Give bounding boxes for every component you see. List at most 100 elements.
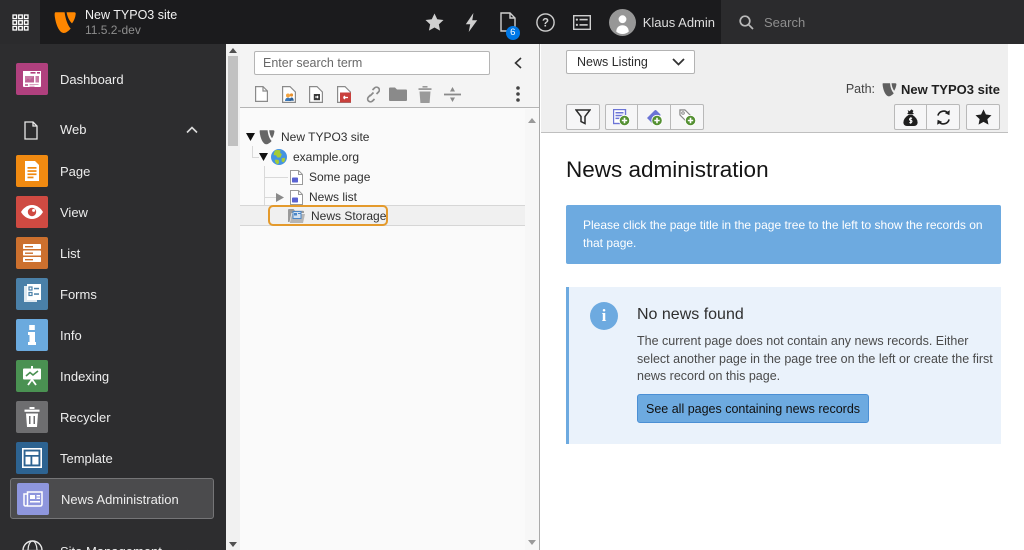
typo3-path-icon bbox=[881, 82, 897, 97]
opendocs-count-badge: 6 bbox=[506, 26, 520, 40]
sidebar-item-dashboard[interactable]: Dashboard bbox=[0, 63, 226, 104]
site-brand[interactable]: New TYPO3 site 11.5.2-dev bbox=[40, 0, 177, 44]
new-category-button[interactable] bbox=[638, 104, 671, 130]
user-toolbar-item[interactable]: Klaus Admin bbox=[601, 0, 721, 44]
sidebar-item-label: Forms bbox=[60, 278, 97, 310]
scroll-down-arrow[interactable] bbox=[525, 536, 539, 548]
see-all-pages-button[interactable]: See all pages containing news records bbox=[637, 394, 869, 423]
page-path: Path: New TYPO3 site bbox=[846, 80, 1000, 98]
sidebar-item-forms[interactable]: Forms bbox=[0, 278, 226, 319]
refresh-icon bbox=[935, 109, 952, 126]
tree-node-root[interactable]: New TYPO3 site bbox=[246, 127, 369, 147]
help-toolbar-item[interactable]: ? bbox=[527, 0, 564, 44]
trash-icon bbox=[418, 86, 432, 103]
indexing-module-icon bbox=[16, 360, 48, 392]
chevron-up-icon bbox=[186, 126, 198, 134]
module-menu-toggle-button[interactable] bbox=[0, 0, 40, 44]
new-tag-button[interactable] bbox=[671, 104, 704, 130]
sidebar-item-template[interactable]: Template bbox=[0, 442, 226, 483]
no-news-callout: i No news found The current page does no… bbox=[566, 287, 1001, 444]
sidebar-item-label: Page bbox=[60, 155, 90, 187]
new-shortcut-drag-handle[interactable] bbox=[278, 80, 300, 108]
delete-drop-zone[interactable] bbox=[414, 80, 436, 108]
new-page-drag-handle[interactable] bbox=[250, 80, 272, 108]
new-page-users-icon bbox=[282, 86, 296, 103]
sidebar-group-site-management[interactable]: Site Management bbox=[0, 538, 226, 550]
tree-node-site[interactable]: example.org bbox=[259, 147, 359, 167]
page-icon bbox=[290, 170, 303, 185]
tree-collapse-button[interactable] bbox=[508, 53, 528, 73]
filter-button[interactable] bbox=[566, 104, 600, 130]
tree-node-label: example.org bbox=[293, 150, 359, 164]
dashboard-icon bbox=[16, 63, 48, 95]
tree-search-input[interactable] bbox=[254, 51, 490, 75]
typo3-site-icon bbox=[258, 129, 275, 145]
link-icon bbox=[363, 86, 380, 103]
tree-more-options[interactable] bbox=[507, 80, 529, 108]
tree-node-some-page[interactable]: Some page bbox=[290, 167, 370, 187]
sidebar-item-news-administration[interactable]: News Administration bbox=[10, 478, 214, 519]
tree-scrollbar[interactable] bbox=[525, 109, 539, 550]
tree-expand-toggle[interactable] bbox=[246, 133, 255, 141]
clear-cache-toolbar-item[interactable] bbox=[453, 0, 490, 44]
new-folder-drag-handle[interactable] bbox=[387, 80, 409, 108]
sidebar-item-recycler[interactable]: Recycler bbox=[0, 401, 226, 442]
site-title: New TYPO3 site bbox=[85, 8, 177, 23]
system-list-icon bbox=[573, 15, 591, 30]
site-management-icon bbox=[22, 540, 43, 550]
sidebar-item-label: Dashboard bbox=[60, 63, 124, 95]
new-link-page-drag-handle[interactable] bbox=[305, 80, 327, 108]
page-tree-header bbox=[240, 44, 539, 108]
news-administration-icon bbox=[17, 483, 49, 515]
divider-icon bbox=[444, 87, 461, 102]
globe-icon bbox=[271, 149, 287, 165]
bookmark-button[interactable] bbox=[966, 104, 1000, 130]
systeminformation-toolbar-item[interactable] bbox=[564, 0, 601, 44]
scrollbar-thumb[interactable] bbox=[228, 56, 238, 146]
scroll-up-arrow[interactable] bbox=[226, 44, 240, 56]
star-icon bbox=[425, 13, 444, 31]
sidebar-item-label: News Administration bbox=[61, 483, 179, 515]
refresh-button[interactable] bbox=[927, 104, 960, 130]
sidebar-item-indexing[interactable]: Indexing bbox=[0, 360, 226, 401]
info-circle-icon: i bbox=[590, 302, 618, 330]
opendocs-toolbar-item[interactable]: 6 bbox=[490, 0, 527, 44]
function-select[interactable]: News Listing bbox=[566, 50, 695, 74]
web-group-icon bbox=[24, 121, 38, 140]
page-tree: New TYPO3 site example.org Some pa bbox=[240, 109, 539, 550]
link-tool[interactable] bbox=[360, 80, 382, 108]
sidebar-item-label: Template bbox=[60, 442, 113, 474]
paid-content-button[interactable] bbox=[894, 104, 927, 130]
topbar-search[interactable]: Search bbox=[721, 0, 1024, 44]
tree-node-label: Some page bbox=[309, 170, 370, 184]
new-page-icon bbox=[255, 86, 268, 102]
sidebar-item-list[interactable]: List bbox=[0, 237, 226, 278]
new-mount-page-drag-handle[interactable] bbox=[333, 80, 355, 108]
new-divider-drag-handle[interactable] bbox=[441, 80, 463, 108]
info-module-icon bbox=[16, 319, 48, 351]
scroll-down-arrow[interactable] bbox=[226, 538, 240, 550]
tree-selection-ring bbox=[268, 205, 388, 226]
search-icon bbox=[739, 15, 754, 30]
funnel-icon bbox=[575, 109, 591, 125]
news-record-plus-icon bbox=[613, 109, 630, 126]
sidebar-scrollbar[interactable] bbox=[226, 44, 240, 550]
sidebar-item-view[interactable]: View bbox=[0, 196, 226, 237]
tree-node-news-list[interactable]: News list bbox=[276, 187, 357, 207]
new-news-record-button[interactable] bbox=[605, 104, 638, 130]
callout-title: No news found bbox=[637, 306, 744, 324]
username: Klaus Admin bbox=[643, 15, 715, 30]
sidebar-item-label: View bbox=[60, 196, 88, 228]
tree-expand-toggle[interactable] bbox=[276, 193, 284, 202]
tree-expand-toggle[interactable] bbox=[259, 153, 268, 161]
new-record-buttons bbox=[605, 104, 704, 130]
page-tree-panel: New TYPO3 site example.org Some pa bbox=[240, 44, 540, 550]
sidebar-group-web[interactable]: Web bbox=[0, 113, 226, 154]
sidebar-item-label: List bbox=[60, 237, 80, 269]
sidebar-item-info[interactable]: Info bbox=[0, 319, 226, 360]
scroll-up-arrow[interactable] bbox=[525, 114, 539, 126]
help-icon: ? bbox=[536, 13, 555, 32]
bookmarks-toolbar-item[interactable] bbox=[416, 0, 453, 44]
sidebar-item-page[interactable]: Page bbox=[0, 155, 226, 196]
tree-node-label: News list bbox=[309, 190, 357, 204]
